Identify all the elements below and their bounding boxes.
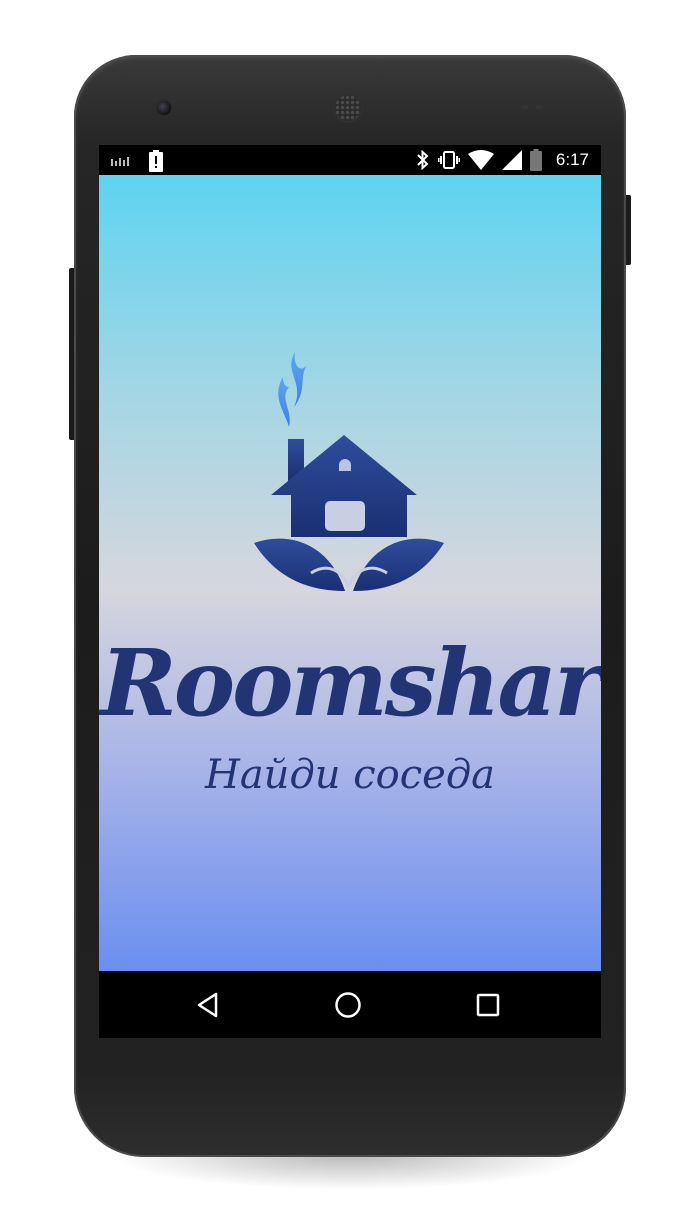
front-camera [157, 101, 171, 115]
cell-signal-icon [501, 150, 522, 170]
home-button[interactable] [327, 984, 369, 1026]
recent-apps-button[interactable] [467, 984, 509, 1026]
back-button[interactable] [187, 984, 229, 1026]
house-with-leaves-logo [254, 352, 444, 591]
clock: 6:17 [555, 150, 589, 169]
screen: 6:17 Roomshar Найди соседа [99, 145, 601, 1038]
recent-apps-icon [476, 993, 500, 1017]
navigation-bar [99, 971, 601, 1038]
home-icon [335, 992, 361, 1018]
status-bar: 6:17 [99, 145, 601, 175]
device-frame: 6:17 Roomshar Найди соседа [0, 0, 700, 1213]
battery-alert-icon [149, 150, 163, 172]
battery-icon [529, 149, 542, 171]
earpiece-speaker [335, 95, 361, 121]
bluetooth-icon [416, 150, 430, 170]
light-sensor [536, 105, 542, 109]
wifi-icon [467, 150, 494, 170]
vibrate-icon [437, 150, 460, 170]
splash-screen: Roomshar Найди соседа [99, 175, 601, 971]
back-icon [197, 992, 218, 1018]
proximity-sensor [522, 105, 528, 109]
tagline: Найди соседа [204, 752, 496, 798]
brand-name: Roomshar [100, 629, 601, 737]
signal-bars-icon [111, 156, 131, 166]
